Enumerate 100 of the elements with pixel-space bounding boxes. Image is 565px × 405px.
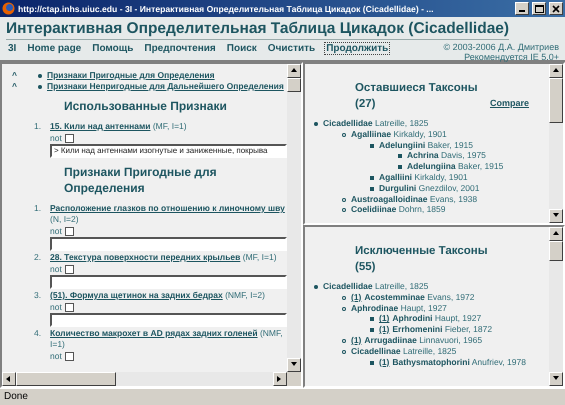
bullet-icon — [342, 296, 346, 300]
nav-link[interactable]: Home page — [25, 42, 84, 55]
state-field[interactable] — [50, 313, 287, 327]
taxon-name: Adelungiini Baker, 1915 — [378, 140, 474, 150]
count-link[interactable]: (1) — [378, 356, 390, 367]
scroll-up-arrow-icon[interactable] — [552, 67, 560, 75]
compare-link[interactable]: Compare — [490, 98, 529, 108]
taxon-name: (1) Arrugadiinae Linnavuori, 1965 — [350, 334, 482, 345]
scroll-right-button[interactable] — [272, 372, 287, 386]
window-title: http://ctap.inhs.uiuc.edu - 3I - Интерактивная Определительная Таблица Цикадок (Cicadellidae) - ... — [18, 4, 434, 14]
minimize-button[interactable] — [515, 2, 529, 15]
caret-text[interactable]: ^ — [12, 70, 22, 81]
page-title: Интерактивная Определительная Таблица Цикадок (Cicadellidae) — [6, 18, 510, 40]
browser-globe-icon — [2, 2, 15, 15]
item-number: 3. — [34, 290, 42, 302]
scrollbar-corner — [286, 372, 301, 386]
scroll-down-button[interactable] — [549, 209, 563, 223]
item-number: 2. — [34, 252, 42, 264]
count-link[interactable]: (1) — [350, 292, 362, 302]
bullet-icon — [314, 285, 318, 289]
section-link[interactable]: Признаки Пригодные для Определения — [47, 70, 215, 81]
character-link[interactable]: 28. Текстура поверхности передних крыльев — [50, 252, 240, 262]
bullet-icon — [370, 317, 374, 322]
maximize-button[interactable] — [532, 2, 546, 15]
state-field[interactable] — [50, 275, 287, 289]
scroll-up-button[interactable] — [286, 64, 301, 78]
state-field[interactable]: > Кили над антеннами изогнутые и заниженные, покрыва — [50, 144, 287, 158]
item-number: 1. — [34, 121, 42, 133]
character-label: (51). Формула щетинок на задних бедрах (NMF, I=2) — [50, 290, 266, 301]
taxon-name: Cicadellidae Latreille, 1825 — [322, 118, 428, 128]
taxon-name: Aphrodinae Haupt, 1927 — [350, 302, 447, 313]
bullet-icon — [314, 122, 318, 126]
copyright-text: © 2003-2006 Д.А. Дмитриев — [443, 42, 559, 52]
nav-link[interactable]: Поиск — [224, 42, 259, 55]
horizontal-scrollbar[interactable] — [2, 372, 301, 386]
state-field[interactable] — [50, 237, 287, 251]
not-checkbox[interactable] — [64, 134, 74, 142]
nav-link[interactable]: 3I — [6, 42, 18, 55]
bullet-icon — [398, 154, 402, 158]
not-checkbox[interactable] — [64, 226, 74, 236]
not-label: not — [50, 302, 62, 312]
taxon-name: (1) Bathysmatophorini Anufriev, 1978 — [378, 356, 526, 367]
scrollbar-thumb[interactable] — [286, 78, 301, 92]
section-link[interactable]: Признаки Непригодные для Дальнейшего Определения — [47, 81, 284, 92]
nav-link[interactable]: Помощь — [90, 42, 136, 55]
maximize-icon — [534, 4, 544, 12]
scrollbar-thumb[interactable] — [549, 241, 563, 261]
close-button[interactable] — [549, 2, 563, 15]
taxon-name: (1) Aphrodini Haupt, 1927 — [378, 313, 482, 324]
character-link[interactable]: 15. Кили над антеннами — [50, 121, 150, 131]
nav-link[interactable]: Очистить — [266, 42, 318, 55]
scroll-up-arrow-icon[interactable] — [552, 230, 560, 238]
taxon-name: Cicadellidae Latreille, 1825 — [322, 281, 428, 291]
not-label: not — [50, 351, 62, 361]
taxon-name: Cicadellinae Latreille, 1825 — [350, 346, 456, 356]
bullet-icon — [342, 198, 346, 202]
bullet-icon — [342, 306, 346, 311]
taxon-name: Achrina Davis, 1975 — [406, 150, 486, 160]
scrollbar-thumb[interactable] — [16, 372, 116, 386]
scroll-left-button[interactable] — [2, 372, 16, 386]
bullet-icon — [342, 132, 346, 137]
scroll-left-arrow-icon[interactable] — [5, 375, 13, 383]
taxon-name: Austroagalloidinae Evans, 1938 — [350, 194, 478, 204]
taxon-name: Coelidiinae Dohrn, 1859 — [350, 204, 446, 214]
taxon-name: Agalliini Kirkaldy, 1901 — [378, 172, 468, 182]
count-link[interactable]: (1) — [378, 313, 390, 324]
bullet-icon — [342, 350, 346, 354]
taxon-name: (1) Errhomenini Fieber, 1872 — [378, 324, 492, 334]
vertical-scrollbar[interactable] — [549, 227, 563, 386]
count-link[interactable]: (1) — [350, 334, 362, 345]
vertical-scrollbar[interactable] — [286, 64, 301, 372]
bullet-icon — [370, 176, 374, 180]
character-link[interactable]: Расположение глазков по отношению к линочному шву — [50, 203, 285, 213]
character-label: 15. Кили над антеннами (MF, I=1) — [50, 121, 188, 132]
not-label: not — [50, 226, 62, 236]
bullet-icon — [398, 165, 402, 170]
scroll-down-button[interactable] — [286, 358, 301, 372]
scroll-down-button[interactable] — [549, 372, 563, 386]
count-link[interactable]: (1) — [378, 324, 390, 334]
nav-link[interactable]: Продолжить — [324, 42, 390, 55]
bullet-icon — [38, 84, 42, 88]
caret-text[interactable]: ^ — [12, 81, 22, 92]
taxon-name: (1) Acostemminae Evans, 1972 — [350, 292, 474, 302]
vertical-scrollbar[interactable] — [549, 64, 563, 223]
scrollbar-thumb[interactable] — [549, 78, 563, 123]
scroll-up-button[interactable] — [549, 64, 563, 78]
bullet-icon — [370, 360, 374, 365]
character-link[interactable]: (51). Формула щетинок на задних бедрах — [50, 290, 223, 300]
panel-heading: Исключенные Таксоны (55) — [354, 244, 489, 275]
not-checkbox[interactable] — [64, 264, 74, 274]
character-link[interactable]: Количество макрохет в AD рядах задних голеней — [50, 328, 258, 338]
section-heading: Использованные Признаки — [63, 98, 228, 114]
not-checkbox[interactable] — [64, 352, 74, 360]
not-checkbox[interactable] — [64, 302, 74, 312]
bullet-icon — [38, 74, 42, 78]
bullet-icon — [370, 328, 374, 332]
minimize-icon — [519, 10, 525, 12]
nav-link[interactable]: Предпочтения — [142, 42, 218, 55]
scroll-up-button[interactable] — [549, 227, 563, 241]
scroll-up-arrow-icon[interactable] — [290, 67, 298, 75]
